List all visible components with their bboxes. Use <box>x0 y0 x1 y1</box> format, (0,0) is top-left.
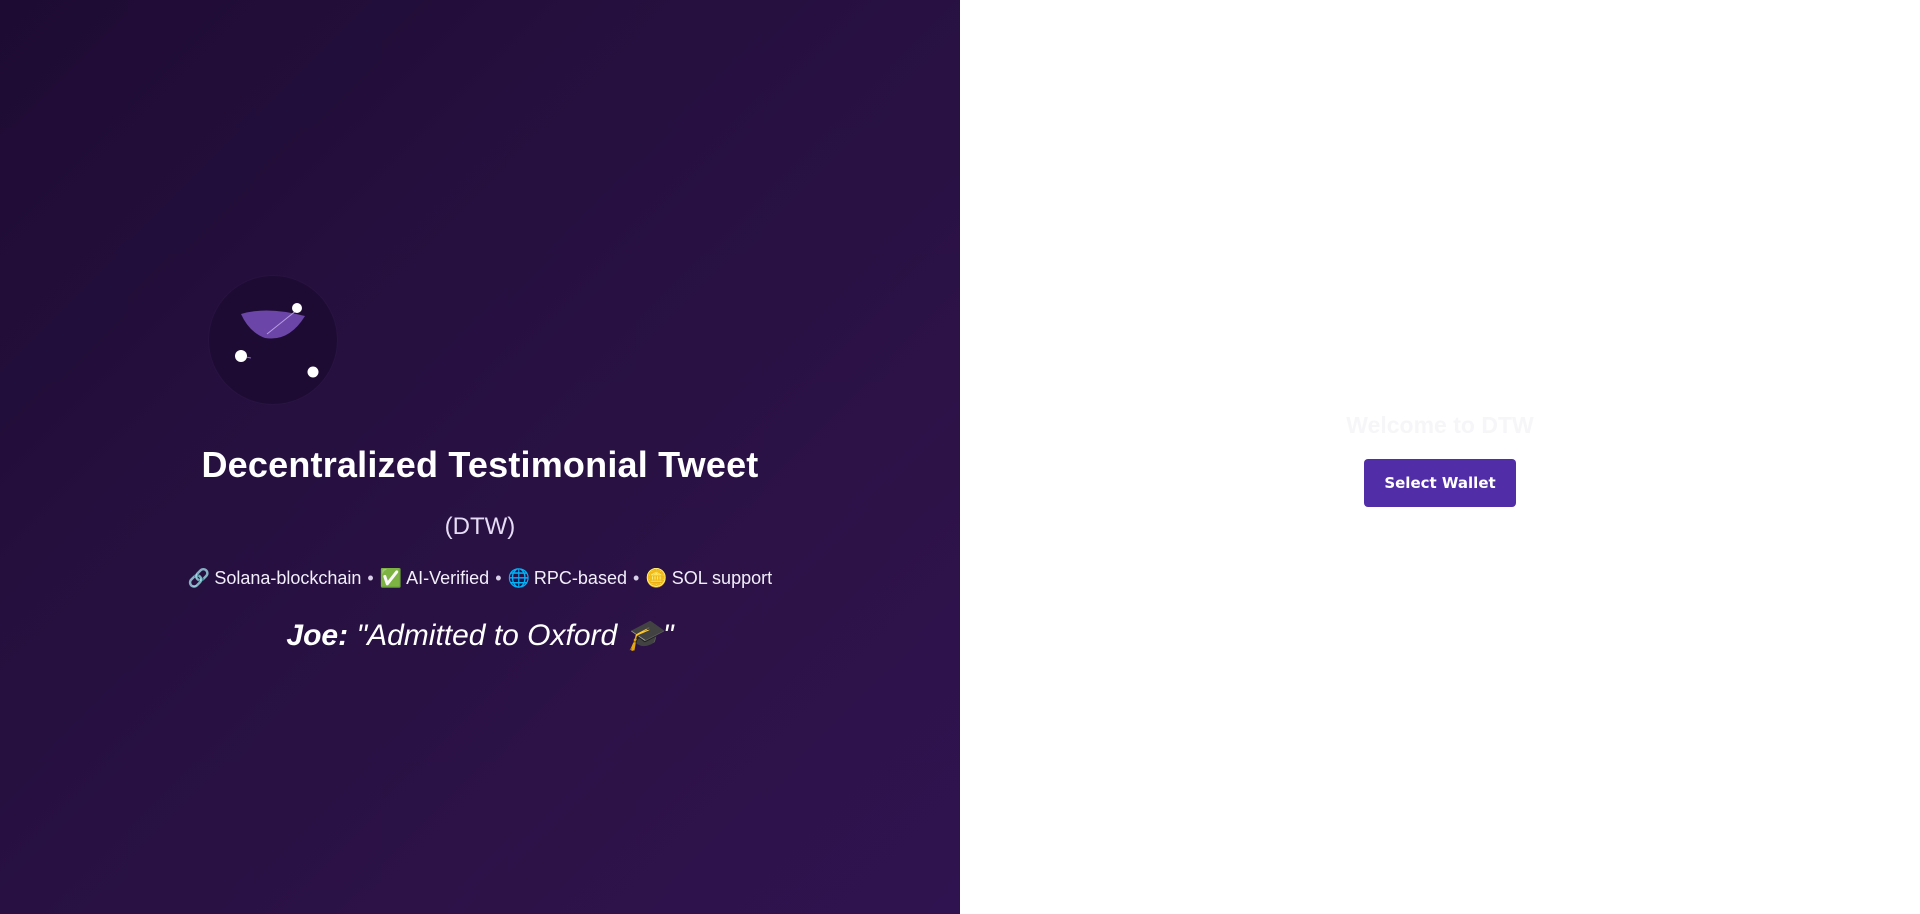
link-icon: 🔗 <box>187 568 211 588</box>
feature-list: 🔗 Solana-blockchain • ✅ AI-Verified • 🌐 RPC-bas… <box>0 568 960 589</box>
feature-item: 🔗 Solana-blockchain <box>188 568 362 588</box>
hero-section: Decentralized Testimonial Tweet (DTW) 🔗 S… <box>0 0 960 914</box>
select-wallet-button[interactable]: Select Wallet <box>1364 459 1516 507</box>
feature-label: SOL support <box>671 568 773 588</box>
separator: • <box>632 568 640 588</box>
leaf-constellation-icon <box>235 303 319 378</box>
feature-label: RPC-based <box>533 568 627 588</box>
feature-label: AI-Verified <box>406 568 490 588</box>
coin-icon: 🪙 <box>645 568 668 588</box>
globe-icon: 🌐 <box>507 568 530 588</box>
check-icon: ✅ <box>379 568 403 588</box>
feature-item: 🪙 SOL support <box>645 568 772 588</box>
testimonial-author: Joe: <box>286 619 349 652</box>
testimonial: Joe: "Admitted to Oxford 🎓" <box>0 618 960 653</box>
page-subtitle: (DTW) <box>444 513 516 540</box>
testimonial-close-quote: " <box>662 619 674 652</box>
separator: • <box>495 568 502 588</box>
feature-label: Solana-blockchain <box>214 568 362 588</box>
dtw-logo <box>209 276 337 404</box>
wallet-panel: Welcome to DTW Select Wallet <box>960 0 1920 914</box>
separator: • <box>367 568 374 588</box>
app-root: Decentralized Testimonial Tweet (DTW) 🔗 S… <box>0 0 1920 914</box>
feature-item: 🌐 RPC-based <box>508 568 627 588</box>
welcome-heading: Welcome to DTW <box>1346 412 1534 438</box>
feature-item: ✅ AI-Verified <box>380 568 489 588</box>
page-title: Decentralized Testimonial Tweet <box>201 444 759 485</box>
testimonial-text: "Admitted to Oxford <box>356 619 626 652</box>
graduation-cap-icon: 🎓 <box>625 619 663 652</box>
